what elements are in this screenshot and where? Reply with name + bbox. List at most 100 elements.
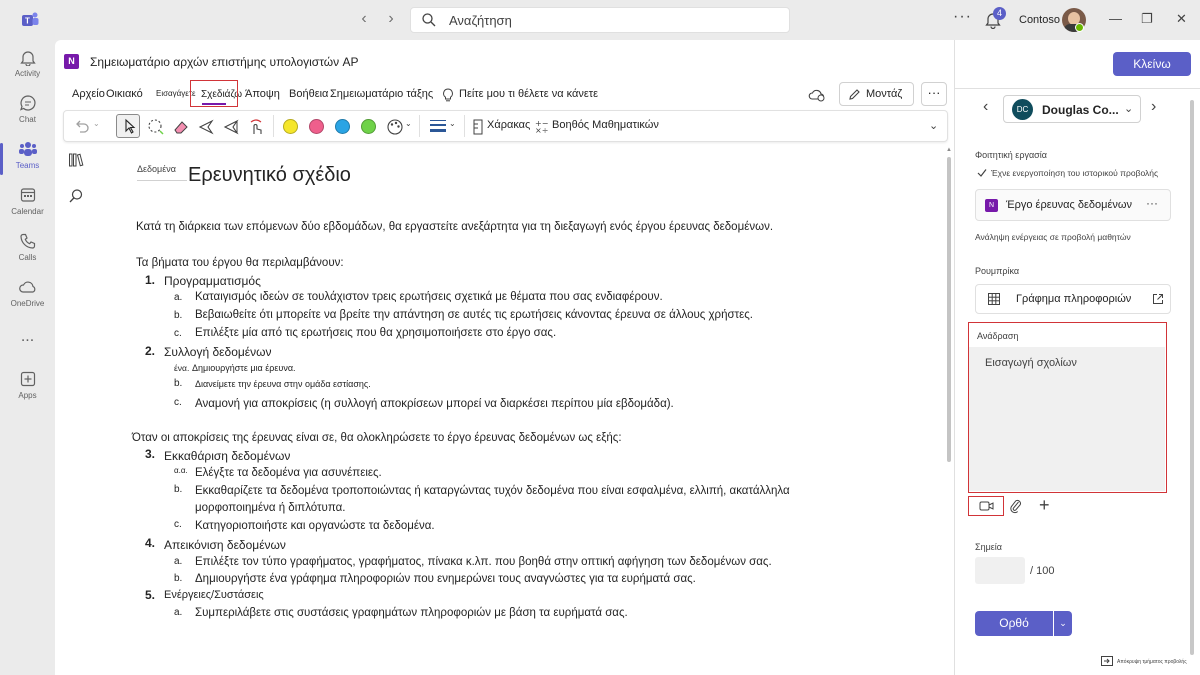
sync-status-icon[interactable]	[808, 88, 826, 102]
section-title[interactable]: Ενέργειες/Συστάσεις	[164, 589, 264, 601]
return-options-icon[interactable]: ⌄	[1054, 611, 1072, 636]
student-view-link[interactable]: Ανάληψη ενέργειας σε προβολή μαθητών	[975, 232, 1131, 242]
section-number: 4.	[145, 536, 156, 550]
pen-color-4[interactable]	[361, 119, 376, 134]
color-palette-icon[interactable]	[386, 118, 404, 136]
list-item[interactable]: Καταιγισμός ιδεών σε τουλάχιστον τρεις ε…	[195, 291, 663, 303]
student-selector[interactable]: DC Douglas Co... ⌄	[1003, 95, 1141, 123]
expand-ribbon-icon[interactable]: ⌄	[929, 119, 938, 132]
list-item[interactable]: Βεβαιωθείτε ότι μπορείτε να βρείτε την α…	[195, 309, 753, 321]
rail-item-calendar[interactable]: Calendar	[0, 186, 55, 216]
list-item-continuation[interactable]: μορφοποιημένα ή διπλότυπα.	[195, 502, 345, 514]
section-title[interactable]: Απεικόνιση δεδομένων	[164, 538, 286, 552]
org-name[interactable]: Contoso	[1019, 14, 1060, 26]
rail-item-apps[interactable]: Apps	[0, 370, 55, 400]
title-bar: T ‹ › Αναζήτηση ··· 4 Contoso — ❐ ✕	[0, 0, 1200, 40]
student-work-item[interactable]: N Έργο έρευνας δεδομένων ···	[975, 189, 1171, 221]
tab-home[interactable]: Οικιακό	[106, 88, 143, 100]
list-item[interactable]: Δημιουργήστε ένα γράφημα πληροφοριών που…	[195, 573, 696, 585]
rail-item-calls[interactable]: Calls	[0, 232, 55, 262]
list-item[interactable]: Επιλέξτε τον τύπο γραφήματος, γραφήματος…	[195, 556, 772, 568]
add-icon[interactable]: +	[1039, 495, 1050, 516]
panel-scrollbar[interactable]	[1190, 100, 1194, 655]
ribbon-more-icon[interactable]: ···	[921, 82, 947, 106]
close-button[interactable]: Κλείνω	[1113, 52, 1191, 76]
tab-help[interactable]: Βοήθεια	[289, 88, 328, 100]
lasso-select-icon[interactable]	[147, 118, 165, 136]
paperclip-icon[interactable]	[1010, 498, 1022, 514]
section-title[interactable]: Συλλογή δεδομένων	[164, 345, 272, 359]
forward-arrow-icon[interactable]: ›	[381, 10, 401, 28]
ruler-icon[interactable]	[472, 119, 484, 135]
highlighter-tool-icon[interactable]	[223, 119, 241, 135]
student-name: Douglas Co...	[1042, 103, 1119, 117]
tell-me-search[interactable]: Πείτε μου τι θέλετε να κάνετε	[459, 88, 598, 100]
math-assistant-label[interactable]: Βοηθός Μαθηματικών	[552, 119, 659, 131]
rail-item-activity[interactable]: Activity	[0, 48, 55, 78]
pen-color-3[interactable]	[335, 119, 350, 134]
points-input[interactable]	[975, 557, 1025, 584]
navigation-tools	[55, 147, 95, 675]
intro-paragraph[interactable]: Κατά τη διάρκεια των επόμενων δύο εβδομά…	[136, 221, 773, 233]
tab-view[interactable]: Άποψη	[245, 88, 280, 100]
list-item[interactable]: Δημιουργήστε μια έρευνα.	[192, 363, 296, 373]
grading-panel: Κλείνω ‹ DC Douglas Co... ⌄ › Φοιτητική …	[954, 40, 1200, 675]
section-title[interactable]: Προγραμματισμός	[164, 274, 261, 288]
tab-class-notebook[interactable]: Σημειωματάριο τάξης	[330, 88, 433, 100]
page-canvas[interactable]: Δεδομένα Ερευνητικό σχέδιο Κατά τη διάρκ…	[95, 147, 944, 675]
list-item[interactable]: Κατηγοριοποιήστε και οργανώστε τα δεδομέ…	[195, 520, 435, 532]
notebooks-icon[interactable]	[68, 152, 84, 168]
back-arrow-icon[interactable]: ‹	[354, 10, 374, 28]
pen-tool-icon[interactable]	[198, 119, 216, 135]
rail-more-apps[interactable]: ...	[0, 328, 55, 346]
edit-mode-button[interactable]: Μοντάζ	[839, 82, 914, 106]
minimize-icon[interactable]: —	[1109, 11, 1122, 26]
restore-icon[interactable]: ❐	[1141, 11, 1153, 27]
previous-student-icon[interactable]: ‹	[983, 98, 988, 116]
next-student-icon[interactable]: ›	[1151, 98, 1156, 116]
rail-item-teams[interactable]: Teams	[0, 140, 55, 170]
line-thickness-icon[interactable]	[429, 118, 447, 134]
search-icon[interactable]	[68, 188, 84, 204]
list-item[interactable]: Συμπεριλάβετε στις συστάσεις γραφημάτων …	[195, 607, 628, 619]
divider	[955, 88, 1200, 89]
return-button[interactable]: Ορθό	[975, 611, 1053, 636]
record-video-button[interactable]	[968, 496, 1004, 516]
undo-icon[interactable]	[74, 119, 90, 133]
search-input[interactable]: Αναζήτηση	[410, 7, 790, 33]
list-item[interactable]: Αναμονή για αποκρίσεις (η συλλογή αποκρί…	[195, 398, 674, 410]
touch-draw-icon[interactable]	[248, 118, 266, 136]
more-options-icon[interactable]: ···	[953, 8, 972, 26]
more-options-icon[interactable]: ···	[1146, 196, 1158, 210]
close-window-icon[interactable]: ✕	[1176, 11, 1187, 27]
undo-dropdown-icon[interactable]: ⌄	[93, 119, 100, 128]
edit-mode-label: Μοντάζ	[866, 88, 903, 100]
section-title[interactable]: Εκκαθάριση δεδομένων	[164, 449, 290, 463]
rail-item-chat[interactable]: Chat	[0, 94, 55, 124]
eraser-icon[interactable]	[172, 118, 190, 136]
page-title[interactable]: Ερευνητικό σχέδιο	[188, 164, 351, 187]
rail-item-onedrive[interactable]: OneDrive	[0, 278, 55, 308]
app-rail: Activity Chat Teams Calendar Calls OneDr…	[0, 40, 55, 675]
list-item[interactable]: Εκκαθαρίζετε τα δεδομένα τροποποιώντας ή…	[195, 485, 790, 497]
feedback-textarea[interactable]: Εισαγωγή σχολίων	[969, 347, 1165, 491]
pen-color-2[interactable]	[309, 119, 324, 134]
palette-dropdown-icon[interactable]: ⌄	[405, 119, 412, 128]
steps-intro[interactable]: Τα βήματα του έργου θα περιλαμβάνουν:	[136, 257, 344, 269]
page-scrollbar[interactable]: ▲	[945, 147, 954, 675]
list-item[interactable]: Διανείμετε την έρευνα στην ομάδα εστίαση…	[195, 379, 371, 389]
ruler-label[interactable]: Χάρακας	[487, 119, 530, 131]
list-item[interactable]: Επιλέξτε μία από τις ερωτήσεις που θα χρ…	[195, 327, 556, 339]
rubric-item[interactable]: Γράφημα πληροφοριών	[975, 284, 1171, 314]
math-icon[interactable]: +−×÷	[535, 118, 551, 134]
pen-color-1[interactable]	[283, 119, 298, 134]
feedback-placeholder: Εισαγωγή σχολίων	[985, 357, 1077, 369]
mid-paragraph[interactable]: Όταν οι αποκρίσεις της έρευνας είναι σε,…	[132, 432, 622, 444]
tab-file[interactable]: Αρχείο	[72, 88, 105, 100]
scroll-up-icon[interactable]: ▲	[946, 147, 952, 153]
open-external-icon[interactable]	[1152, 293, 1164, 305]
thickness-dropdown-icon[interactable]: ⌄	[449, 119, 456, 128]
scroll-thumb[interactable]	[947, 157, 951, 462]
type-select-button[interactable]	[116, 114, 140, 138]
list-item[interactable]: Ελέγξτε τα δεδομένα για ασυνέπειες.	[195, 467, 382, 479]
